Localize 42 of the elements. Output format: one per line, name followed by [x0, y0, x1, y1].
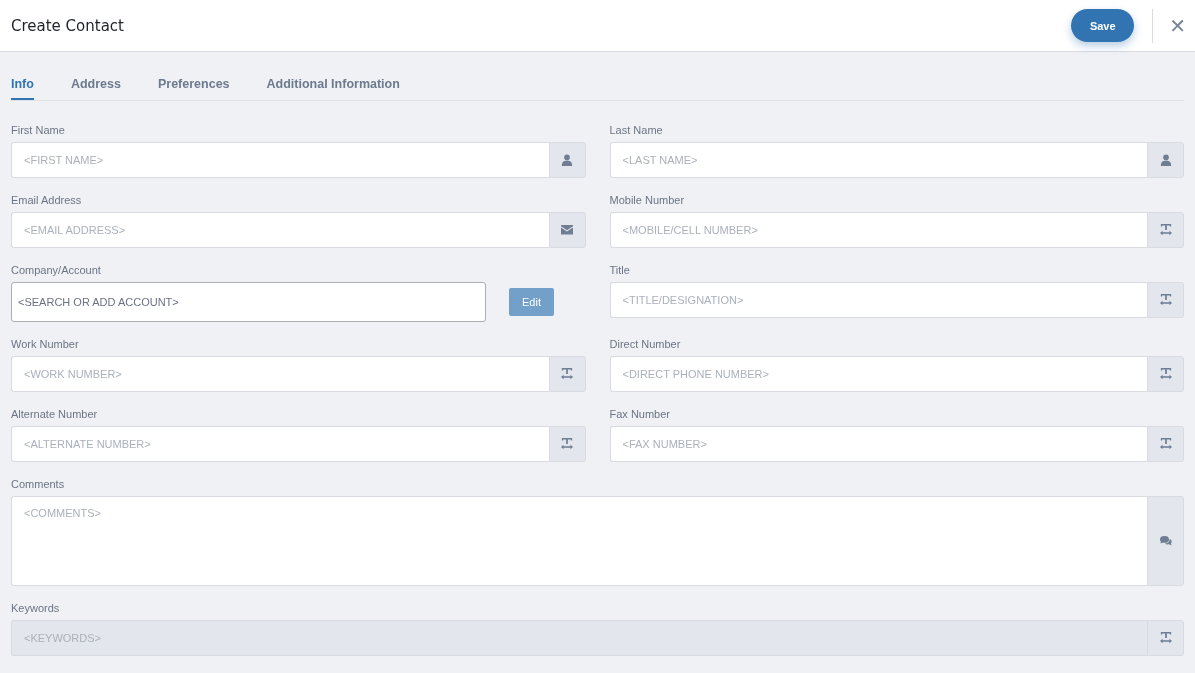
field-label: Alternate Number — [11, 408, 98, 420]
text-width-icon — [1159, 224, 1172, 236]
input-field[interactable]: <LAST NAME> — [609, 142, 1147, 178]
field-label: Email Address — [11, 194, 82, 206]
field-label: Keywords — [11, 602, 60, 614]
text-width-icon — [1159, 368, 1172, 380]
field-label: Comments — [11, 478, 65, 490]
field-label: First Name — [11, 124, 65, 136]
field-label: Mobile Number — [609, 194, 685, 206]
field-label: Last Name — [609, 124, 663, 136]
person-icon — [561, 154, 573, 166]
input-field[interactable]: <EMAIL ADDRESS> — [11, 212, 549, 248]
edit-button[interactable]: Edit — [509, 288, 554, 316]
input-field[interactable]: <MOBILE/CELL NUMBER> — [609, 212, 1147, 248]
input-field[interactable]: <TITLE/DESIGNATION> — [609, 282, 1147, 318]
field-label: Title — [609, 264, 630, 276]
save-button[interactable]: Save — [1071, 9, 1135, 42]
text-width-icon — [561, 368, 573, 380]
input-field[interactable]: <ALTERNATE NUMBER> — [11, 426, 549, 462]
tab[interactable]: Preferences — [157, 72, 230, 100]
envelope-icon — [561, 225, 573, 235]
tab[interactable]: Address — [70, 72, 121, 100]
field-label: Work Number — [11, 338, 79, 350]
account-search-field[interactable]: <SEARCH OR ADD ACCOUNT> — [11, 282, 486, 322]
input-field[interactable]: <FAX NUMBER> — [609, 426, 1147, 462]
text-width-icon — [1159, 438, 1172, 450]
text-width-icon — [561, 438, 573, 450]
comments-field[interactable]: <COMMENTS> — [11, 496, 1147, 586]
field-label: Company/Account — [11, 264, 101, 276]
field-label: Fax Number — [609, 408, 671, 420]
tab[interactable]: Info — [11, 72, 34, 100]
input-field[interactable]: <FIRST NAME> — [11, 142, 549, 178]
speech-bubbles-icon — [1159, 536, 1172, 546]
text-width-icon — [1159, 294, 1172, 306]
input-field[interactable]: <WORK NUMBER> — [11, 356, 549, 392]
person-icon — [1159, 154, 1172, 166]
field-label: Direct Number — [609, 338, 681, 350]
dialog-title: Create Contact — [11, 16, 125, 35]
text-width-icon — [1159, 632, 1172, 644]
tab[interactable]: Additional Information — [266, 72, 400, 100]
close-button[interactable]: ✕ — [1169, 13, 1186, 38]
input-field[interactable]: <DIRECT PHONE NUMBER> — [609, 356, 1147, 392]
